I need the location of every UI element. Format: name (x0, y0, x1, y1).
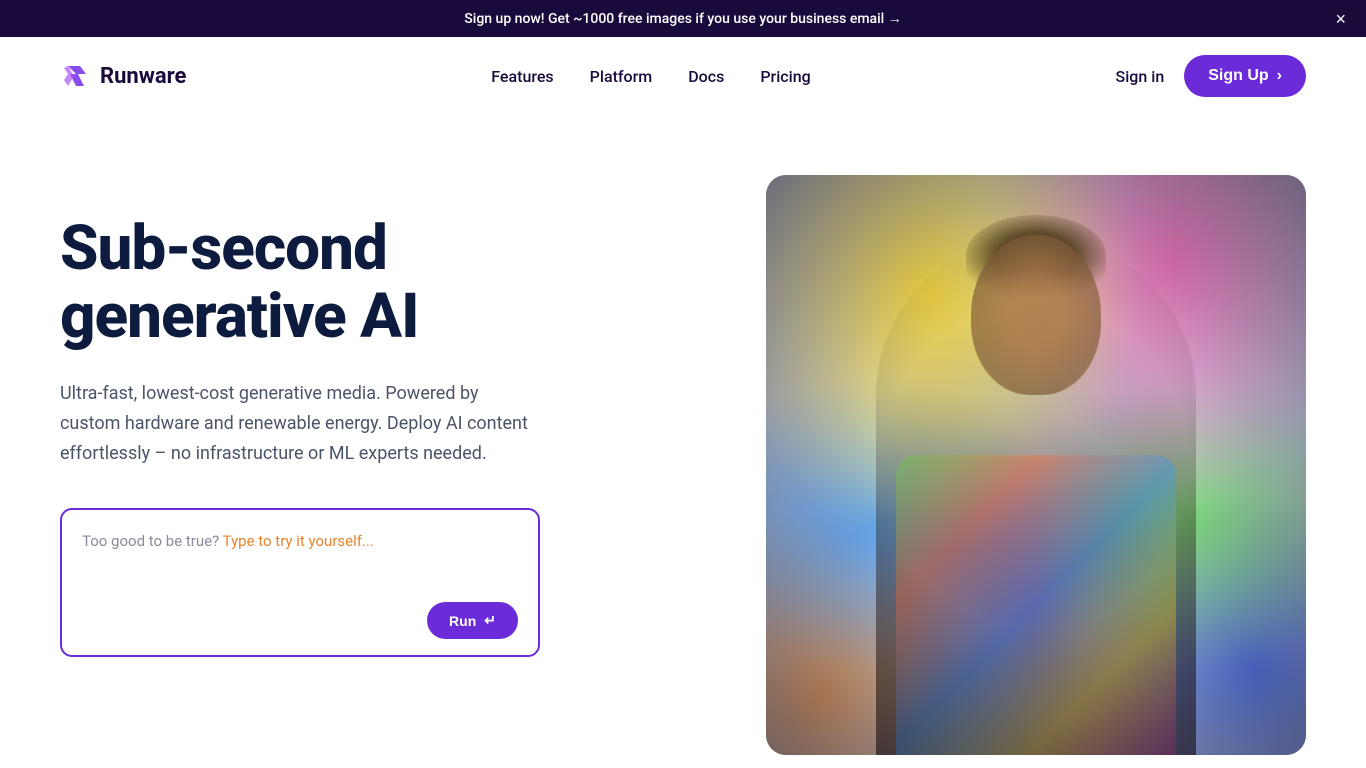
navbar: Runware Features Platform Docs Pricing S… (0, 37, 1366, 115)
hero-right-image (700, 175, 1306, 755)
hero-left-content: Sub-second generative AI Ultra-fast, low… (60, 175, 620, 657)
sign-in-link[interactable]: Sign in (1116, 67, 1165, 86)
hero-section: Sub-second generative AI Ultra-fast, low… (0, 115, 1366, 755)
nav-pricing[interactable]: Pricing (760, 67, 810, 86)
nav-platform[interactable]: Platform (590, 67, 653, 86)
logo-text: Runware (100, 64, 186, 89)
nav-docs[interactable]: Docs (688, 67, 724, 86)
nav-links: Features Platform Docs Pricing (491, 67, 810, 86)
nav-features[interactable]: Features (491, 67, 553, 86)
arrow-icon: › (1277, 67, 1282, 85)
banner-text[interactable]: Sign up now! Get ~1000 free images if yo… (464, 10, 901, 27)
prompt-footer: Run ↵ (82, 602, 518, 639)
prompt-placeholder[interactable]: Too good to be true? Type to try it your… (82, 530, 518, 590)
banner-close-button[interactable]: × (1335, 10, 1346, 28)
top-banner: Sign up now! Get ~1000 free images if yo… (0, 0, 1366, 37)
sign-up-button[interactable]: Sign Up › (1184, 55, 1306, 97)
logo-icon (60, 60, 92, 92)
run-icon: ↵ (484, 612, 496, 629)
prompt-highlight: Type to try it yourself... (223, 532, 374, 550)
run-button[interactable]: Run ↵ (427, 602, 518, 639)
hero-subtitle: Ultra-fast, lowest-cost generative media… (60, 379, 540, 468)
navbar-actions: Sign in Sign Up › (1116, 55, 1306, 97)
image-vignette (766, 175, 1306, 755)
prompt-box[interactable]: Too good to be true? Type to try it your… (60, 508, 540, 657)
hero-image (766, 175, 1306, 755)
logo-area: Runware (60, 60, 186, 92)
hero-title: Sub-second generative AI (60, 215, 620, 351)
